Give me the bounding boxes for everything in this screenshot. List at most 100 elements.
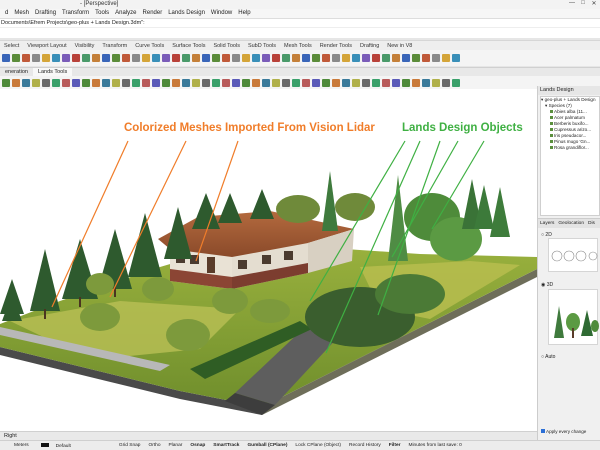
lands-tool-icon[interactable] bbox=[342, 78, 350, 87]
menu-item-help[interactable]: Help bbox=[235, 9, 253, 18]
toolbar-tool-icon[interactable] bbox=[172, 54, 180, 62]
toggle-lock-cplane[interactable]: Lock CPlane (Object) bbox=[291, 443, 345, 448]
menu-item-transform[interactable]: Transform bbox=[59, 9, 92, 18]
lands-tool-icon[interactable] bbox=[442, 78, 450, 87]
lands-tool-icon[interactable] bbox=[322, 78, 330, 87]
toolbar-tool-icon[interactable] bbox=[162, 54, 170, 62]
tab-mesh-tools[interactable]: Mesh Tools bbox=[280, 41, 316, 50]
toggle-record-history[interactable]: Record History bbox=[345, 443, 385, 448]
toolbar-tool-icon[interactable] bbox=[362, 54, 370, 62]
toolbar-tool-icon[interactable] bbox=[372, 54, 380, 62]
menu-item-mesh[interactable]: Mesh bbox=[11, 9, 32, 18]
lands-tool-icon[interactable] bbox=[402, 78, 410, 87]
toolbar-tool-icon[interactable] bbox=[22, 54, 30, 62]
lands-tool-icon[interactable] bbox=[82, 78, 90, 87]
menu-item-render[interactable]: Render bbox=[140, 9, 166, 18]
lands-tool-icon[interactable] bbox=[312, 78, 320, 87]
toolbar-tool-icon[interactable] bbox=[202, 54, 210, 62]
toggle-gumball[interactable]: Gumball (CPlane) bbox=[243, 443, 291, 448]
toolbar-tool-icon[interactable] bbox=[302, 54, 310, 62]
lands-tool-icon[interactable] bbox=[222, 78, 230, 87]
toolbar-tool-icon[interactable] bbox=[432, 54, 440, 62]
tab-visibility[interactable]: Visibility bbox=[71, 41, 99, 50]
toolbar-tool-icon[interactable] bbox=[272, 54, 280, 62]
toolbar-tool-icon[interactable] bbox=[42, 54, 50, 62]
toolbar-tool-icon[interactable] bbox=[212, 54, 220, 62]
toolbar-tool-icon[interactable] bbox=[352, 54, 360, 62]
toggle-grid-snap[interactable]: Grid Snap bbox=[79, 443, 145, 448]
lands-tool-icon[interactable] bbox=[202, 78, 210, 87]
toolbar-tool-icon[interactable] bbox=[402, 54, 410, 62]
toolbar-tool-icon[interactable] bbox=[72, 54, 80, 62]
menu-item-drafting[interactable]: Drafting bbox=[32, 9, 59, 18]
maximize-button[interactable]: □ bbox=[578, 0, 588, 9]
toolbar-tool-icon[interactable] bbox=[142, 54, 150, 62]
lands-tool-icon[interactable] bbox=[262, 78, 270, 87]
perspective-viewport[interactable]: Colorized Meshes Imported From Vision Li… bbox=[0, 89, 537, 431]
toolbar-tool-icon[interactable] bbox=[412, 54, 420, 62]
toolbar-tool-icon[interactable] bbox=[112, 54, 120, 62]
toggle-osnap[interactable]: Osnap bbox=[186, 443, 209, 448]
tab-transform[interactable]: Transform bbox=[98, 41, 131, 50]
close-button[interactable]: ✕ bbox=[589, 0, 599, 9]
toolbar-tool-icon[interactable] bbox=[262, 54, 270, 62]
toolbar-tool-icon[interactable] bbox=[152, 54, 160, 62]
toolbar-tool-icon[interactable] bbox=[252, 54, 260, 62]
toolbar-tool-icon[interactable] bbox=[242, 54, 250, 62]
toggle-ortho[interactable]: Ortho bbox=[144, 443, 164, 448]
tab-solid-tools[interactable]: Solid Tools bbox=[209, 41, 244, 50]
lands-tool-icon[interactable] bbox=[52, 78, 60, 87]
tab-surface-tools[interactable]: Surface Tools bbox=[168, 41, 209, 50]
toolbar-tool-icon[interactable] bbox=[102, 54, 110, 62]
lands-tool-icon[interactable] bbox=[182, 78, 190, 87]
toggle-planar[interactable]: Planar bbox=[164, 443, 186, 448]
toolbar-tool-icon[interactable] bbox=[62, 54, 70, 62]
toolbar-tool-icon[interactable] bbox=[342, 54, 350, 62]
lands-tool-icon[interactable] bbox=[232, 78, 240, 87]
lands-tool-icon[interactable] bbox=[22, 78, 30, 87]
lands-tool-icon[interactable] bbox=[422, 78, 430, 87]
menu-item-lands-design[interactable]: Lands Design bbox=[165, 9, 208, 18]
lands-tool-icon[interactable] bbox=[272, 78, 280, 87]
toolbar-tool-icon[interactable] bbox=[32, 54, 40, 62]
lands-tool-icon[interactable] bbox=[352, 78, 360, 87]
tab-right-viewport[interactable]: Right bbox=[4, 433, 17, 439]
lands-tool-icon[interactable] bbox=[332, 78, 340, 87]
command-input[interactable] bbox=[0, 27, 600, 35]
lands-tool-icon[interactable] bbox=[142, 78, 150, 87]
lands-tool-icon[interactable] bbox=[242, 78, 250, 87]
toolbar-tool-icon[interactable] bbox=[222, 54, 230, 62]
toolbar-tool-icon[interactable] bbox=[192, 54, 200, 62]
option-3d[interactable]: ◉ 3D bbox=[541, 282, 553, 288]
toolbar-tool-icon[interactable] bbox=[422, 54, 430, 62]
toolbar-tool-icon[interactable] bbox=[52, 54, 60, 62]
tab-drafting[interactable]: Drafting bbox=[356, 41, 383, 50]
apply-checkbox[interactable]: Apply every change bbox=[541, 429, 586, 434]
lands-tool-icon[interactable] bbox=[152, 78, 160, 87]
toolbar-tool-icon[interactable] bbox=[2, 54, 10, 62]
tab-subd-tools[interactable]: SubD Tools bbox=[244, 41, 280, 50]
toolbar-tool-icon[interactable] bbox=[332, 54, 340, 62]
menu-item-analyze[interactable]: Analyze bbox=[112, 9, 139, 18]
tab-new-in-v8[interactable]: New in V8 bbox=[383, 41, 416, 50]
lands-tool-icon[interactable] bbox=[102, 78, 110, 87]
toolbar-tool-icon[interactable] bbox=[82, 54, 90, 62]
lands-tool-icon[interactable] bbox=[32, 78, 40, 87]
lands-tool-icon[interactable] bbox=[302, 78, 310, 87]
option-auto[interactable]: ○ Auto bbox=[541, 354, 555, 360]
lands-tool-icon[interactable] bbox=[162, 78, 170, 87]
tab-layers[interactable]: Layers bbox=[538, 219, 556, 228]
toolbar-tool-icon[interactable] bbox=[232, 54, 240, 62]
lands-tool-icon[interactable] bbox=[192, 78, 200, 87]
toolbar-tool-icon[interactable] bbox=[442, 54, 450, 62]
toggle-filter[interactable]: Filter bbox=[385, 443, 405, 448]
toolbar-tool-icon[interactable] bbox=[122, 54, 130, 62]
tab-generation[interactable]: eneration bbox=[0, 68, 33, 76]
toolbar-tool-icon[interactable] bbox=[282, 54, 290, 62]
toggle-smarttrack[interactable]: SmartTrack bbox=[209, 443, 243, 448]
lands-tool-icon[interactable] bbox=[122, 78, 130, 87]
lands-tool-icon[interactable] bbox=[392, 78, 400, 87]
lands-tool-icon[interactable] bbox=[362, 78, 370, 87]
lands-tool-icon[interactable] bbox=[2, 78, 10, 87]
lands-tool-icon[interactable] bbox=[72, 78, 80, 87]
